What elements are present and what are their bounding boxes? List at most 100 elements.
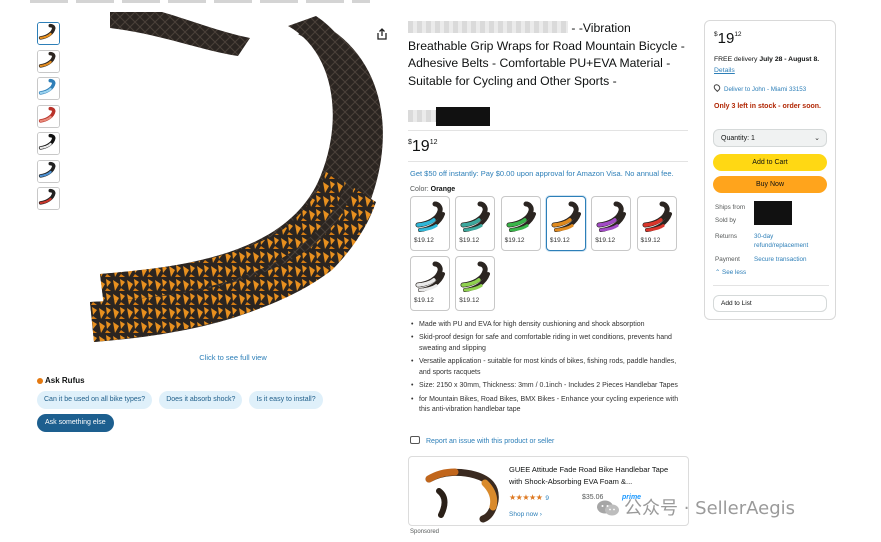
swatch-image: [642, 201, 672, 232]
sponsored-title[interactable]: GUEE Attitude Fade Road Bike Handlebar T…: [509, 464, 681, 487]
title-part: - -Vibration: [571, 21, 631, 35]
swatch-image: [506, 201, 536, 232]
swatch-image: [415, 261, 445, 292]
buy-box: $1912 FREE delivery July 28 - August 8. …: [704, 20, 836, 320]
buy-now-button[interactable]: Buy Now: [713, 176, 827, 193]
report-issue-link[interactable]: Report an issue with this product or sel…: [410, 436, 554, 445]
swatch-price: $19.12: [414, 237, 434, 244]
see-less-toggle[interactable]: ⌃ See less: [715, 269, 746, 276]
thumbnail-image: [38, 160, 59, 182]
product-main-image[interactable]: [70, 12, 388, 357]
returns-link[interactable]: 30-day refund/replacement: [754, 232, 824, 250]
swatch-price: $19.12: [459, 297, 480, 304]
thumbnail-image: [38, 188, 59, 209]
rufus-icon: [37, 377, 43, 384]
deliver-to-link[interactable]: Deliver to John - Miami 33153: [712, 82, 806, 93]
rufus-chips: Can it be used on all bike types? Does i…: [37, 391, 323, 409]
gallery-thumbnail[interactable]: [37, 49, 60, 73]
swatch-price: $19.12: [595, 237, 616, 244]
swatch-price: $19.12: [414, 297, 434, 304]
ask-something-else-button[interactable]: Ask something else: [37, 414, 114, 432]
gallery-thumbnail[interactable]: [37, 187, 60, 210]
product-title: - -Vibration Breathable Grip Wraps for R…: [408, 20, 694, 90]
full-view-link[interactable]: Click to see full view: [183, 353, 283, 362]
payment-link[interactable]: Secure transaction: [754, 255, 807, 264]
payment-label: Payment: [715, 256, 740, 263]
sponsored-rating: ★★★★★ 9: [509, 493, 549, 502]
ships-from-label: Ships from: [715, 204, 746, 211]
report-icon: [410, 436, 420, 444]
bullet-item: Versatile application - suitable for mos…: [410, 357, 688, 378]
gallery-thumbnail[interactable]: [37, 159, 60, 183]
delivery-info: FREE delivery July 28 - August 8. Detail…: [714, 56, 820, 74]
color-swatch[interactable]: $19.12: [455, 196, 496, 251]
rufus-label: Ask Rufus: [45, 376, 85, 385]
thumbnail-image: [38, 23, 59, 44]
bullet-item: Made with PU and EVA for high density cu…: [410, 320, 688, 331]
rufus-heading: Ask Rufus: [37, 376, 85, 385]
rufus-chip[interactable]: Is it easy to install?: [249, 391, 323, 409]
gallery-thumbnail[interactable]: [37, 77, 60, 100]
thumbnail-image: [38, 50, 59, 72]
title-part: Breathable Grip Wraps for Road Mountain …: [408, 38, 685, 88]
rufus-chip[interactable]: Can it be used on all bike types?: [37, 391, 153, 409]
add-to-cart-button[interactable]: Add to Cart: [713, 154, 827, 171]
sponsored-label: Sponsored: [410, 529, 440, 535]
bullet-item: Skid-proof design for safe and comfortab…: [410, 333, 688, 354]
watermark: 公众号 · SellerAegis: [596, 494, 795, 520]
chevron-down-icon: ⌄: [814, 135, 820, 142]
sold-by-label: Sold by: [715, 217, 737, 224]
gallery-thumbnail[interactable]: [37, 22, 60, 45]
swatch-image: [596, 201, 627, 232]
card-offer-link[interactable]: Get $50 off instantly: Pay $0.00 upon ap…: [410, 169, 674, 178]
delivery-details-link[interactable]: Details: [714, 67, 735, 74]
shop-now-link[interactable]: Shop now ›: [509, 511, 542, 518]
buybox-price: $1912: [714, 30, 742, 47]
bullet-item: for Mountain Bikes, Road Bikes, BMX Bike…: [410, 395, 688, 416]
swatch-image: [551, 201, 581, 232]
swatch-image: [415, 201, 445, 232]
divider: [408, 161, 688, 162]
returns-label: Returns: [715, 233, 738, 240]
redacted-text: [408, 110, 436, 122]
share-icon[interactable]: [375, 27, 389, 41]
gallery-thumbnail[interactable]: [37, 104, 60, 128]
divider: [713, 285, 829, 286]
add-to-list-button[interactable]: Add to List: [713, 295, 827, 312]
color-swatch[interactable]: $19.12: [545, 196, 586, 251]
color-selection: Color: Orange: [410, 186, 456, 193]
thumbnail-image: [38, 133, 59, 154]
color-swatch[interactable]: $19.12: [591, 196, 632, 251]
thumbnail-strip: [37, 22, 61, 215]
thumbnail-image: [38, 78, 59, 99]
redacted-seller: [754, 201, 792, 225]
color-swatch[interactable]: $19.12: [455, 256, 496, 311]
stock-status: Only 3 left in stock - order soon.: [714, 103, 821, 110]
redacted-title-end: [436, 107, 490, 126]
swatch-price: $19.12: [549, 237, 570, 244]
product-price: $1912: [408, 138, 438, 155]
color-swatch[interactable]: $19.12: [500, 196, 541, 251]
color-swatch[interactable]: $19.12: [410, 256, 450, 311]
bullet-item: Size: 2150 x 30mm, Thickness: 3mm / 0.1i…: [410, 381, 688, 392]
cropped-breadcrumb: [30, 0, 370, 3]
thumbnail-image: [38, 105, 59, 127]
location-pin-icon: [712, 82, 722, 93]
quantity-select[interactable]: Quantity: 1 ⌄: [713, 129, 827, 147]
swatch-price: $19.12: [459, 237, 480, 244]
feature-bullets: Made with PU and EVA for high density cu…: [410, 320, 688, 419]
rufus-chip[interactable]: Does it absorb shock?: [159, 391, 243, 409]
redacted-brand: [408, 21, 568, 33]
handlebar-tape-image: [90, 12, 383, 342]
color-swatch[interactable]: $19.12: [636, 196, 677, 251]
color-swatch[interactable]: $19.12: [410, 196, 450, 251]
sponsored-product-image: [425, 468, 499, 523]
swatch-image: [460, 261, 491, 292]
swatch-price: $19.12: [504, 237, 525, 244]
gallery-thumbnail[interactable]: [37, 132, 60, 155]
swatch-price: $19.12: [640, 237, 661, 244]
caret-up-icon: ⌃: [715, 269, 721, 276]
swatch-image: [460, 201, 491, 232]
divider: [408, 130, 688, 131]
wechat-logo-icon: [597, 500, 619, 516]
